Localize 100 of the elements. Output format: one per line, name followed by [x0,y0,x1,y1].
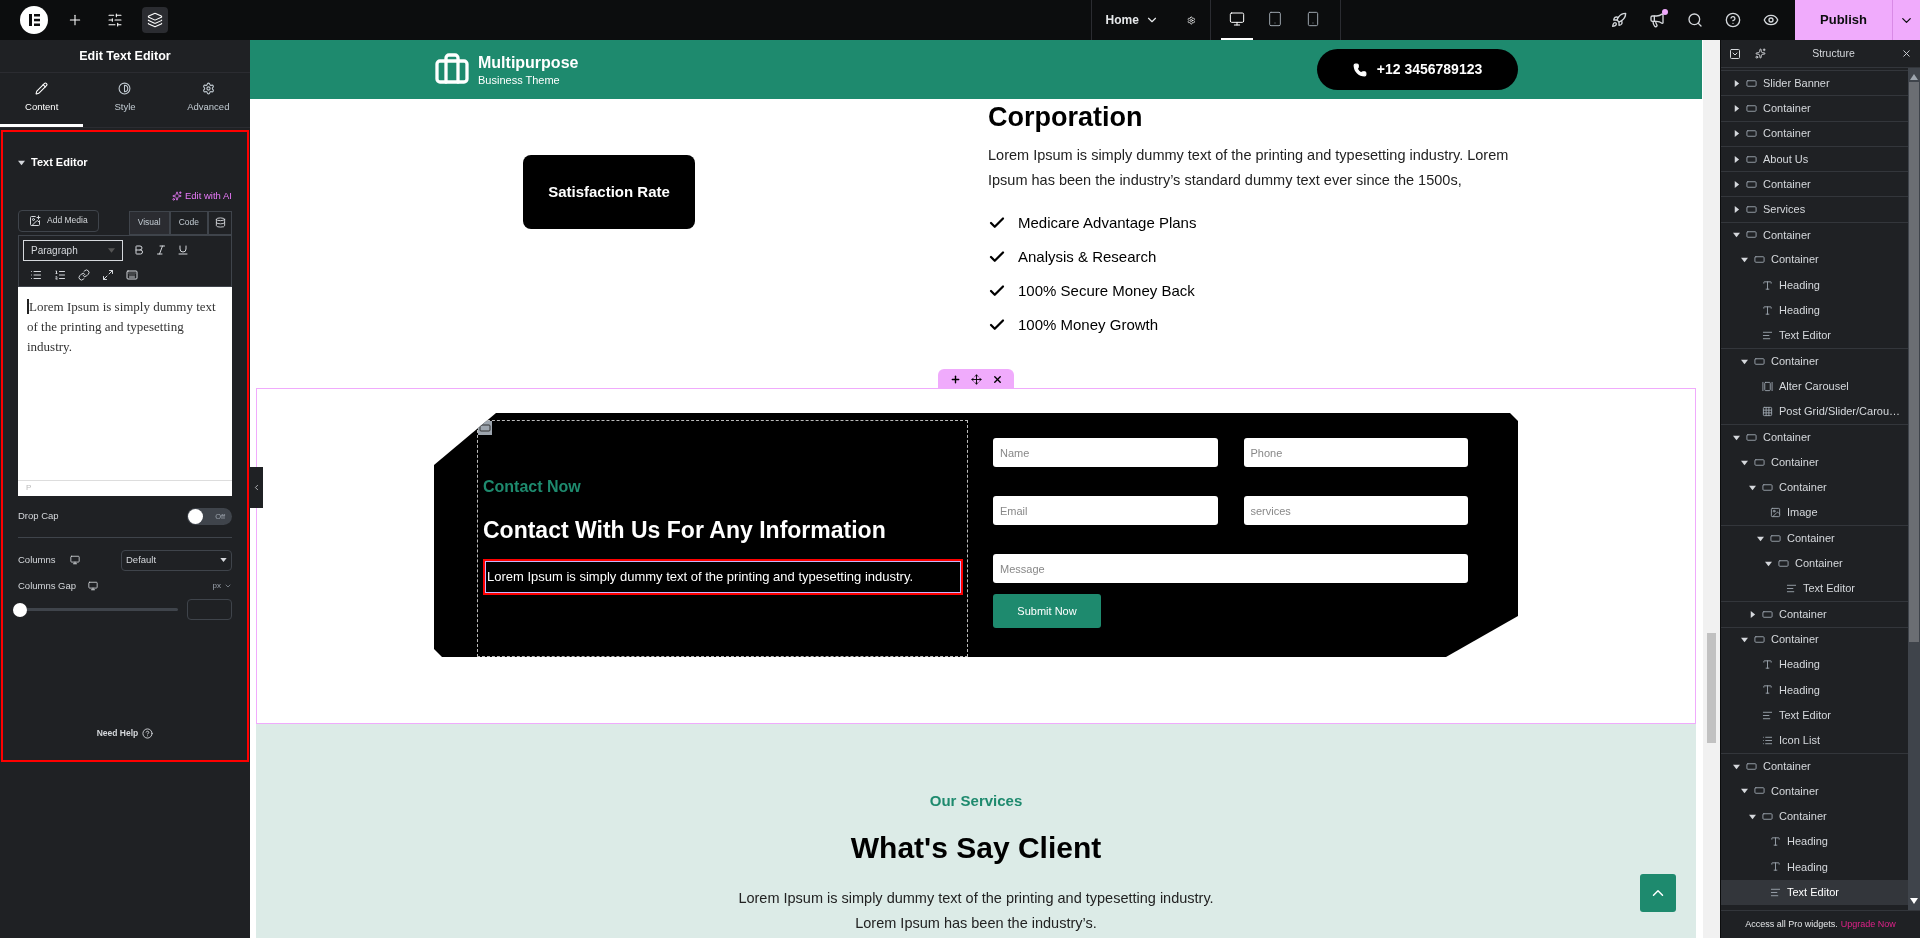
format-select[interactable]: Paragraph [23,239,123,261]
caret-down-icon[interactable] [1741,787,1748,795]
slider-thumb[interactable] [13,602,27,617]
caret-down-icon[interactable] [1741,458,1748,466]
link-icon[interactable] [78,268,90,281]
fullscreen-icon[interactable] [102,268,114,281]
scroll-up-icon[interactable] [1910,74,1918,80]
structure-item[interactable]: Heading [1721,854,1908,880]
structure-item[interactable]: Container [1721,171,1908,197]
underline-icon[interactable] [177,244,189,257]
structure-item[interactable]: Text Editor [1721,575,1908,602]
panel-tab[interactable]: Advanced [166,73,250,127]
message-field[interactable]: Message [993,554,1468,583]
bold-icon[interactable] [133,244,145,257]
help-icon[interactable] [1725,12,1741,28]
structure-item[interactable]: Services [1721,196,1908,222]
caret-down-icon[interactable] [1741,256,1748,264]
preview-icon[interactable] [1763,12,1779,28]
structure-item[interactable]: Heading [1721,272,1908,298]
structure-item[interactable]: Container [1721,348,1908,374]
add-media-button[interactable]: Add Media [18,209,99,232]
structure-item[interactable]: Heading [1721,297,1908,323]
gap-input[interactable] [187,599,232,620]
italic-icon[interactable] [155,244,167,257]
caret-down-icon[interactable] [1733,231,1740,239]
structure-item[interactable]: Text Editor [1721,322,1908,349]
structure-item[interactable]: Container [1721,601,1908,627]
caret-down-icon[interactable] [1733,433,1740,441]
structure-item[interactable]: Container [1721,95,1908,121]
close-icon[interactable] [1901,48,1912,59]
edit-with-ai-link[interactable]: Edit with AI [172,188,232,203]
slider-track[interactable] [13,602,178,617]
structure-item[interactable]: Container [1721,550,1908,576]
search-icon[interactable] [1687,12,1703,28]
caret-right-icon[interactable] [1733,180,1740,188]
help-icon[interactable] [142,728,154,740]
delete-icon[interactable] [991,373,1003,385]
caret-right-icon[interactable] [1733,130,1740,138]
text-editor-area[interactable]: Lorem Ipsum is simply dummy text of the printing and typesetting industry. P [18,286,232,496]
submit-button[interactable]: Submit Now [993,594,1101,628]
rocket-icon[interactable] [1611,12,1627,28]
container-icon[interactable] [478,421,492,435]
structure-item[interactable]: Heading [1721,677,1908,703]
structure-item[interactable]: Container [1721,474,1908,501]
page-dropdown[interactable]: Home [1105,11,1159,29]
layers-button[interactable] [142,7,168,33]
caret-down-icon[interactable] [1765,559,1772,567]
caret-right-icon[interactable] [1733,79,1740,87]
structure-item[interactable]: Container [1721,424,1908,450]
structure-item[interactable]: Image [1721,500,1908,526]
caret-right-icon[interactable] [1733,104,1740,112]
keyboard-icon[interactable] [126,268,138,281]
need-help-link[interactable]: Need Help [96,727,139,740]
structure-item[interactable]: Icon List [1721,727,1908,753]
structure-item[interactable]: Container [1721,449,1908,475]
columns-select[interactable]: Default [121,549,232,571]
caret-right-icon[interactable] [1749,610,1756,618]
structure-item[interactable]: Container [1721,626,1908,652]
panel-tab[interactable]: Style [83,73,167,127]
section-title[interactable]: Text Editor [31,154,88,171]
scrollbar-thumb[interactable] [1909,82,1919,642]
caret-down-icon[interactable] [1733,762,1740,770]
caret-down-icon[interactable] [1741,357,1748,365]
add-icon[interactable] [949,373,961,385]
structure-item[interactable]: Container [1721,753,1908,779]
database-button[interactable] [208,210,232,235]
caret-right-icon[interactable] [1733,155,1740,163]
logo-icon[interactable] [20,6,48,34]
bullet-list-icon[interactable] [30,268,42,281]
numbered-list-icon[interactable] [54,268,66,281]
publish-button[interactable]: Publish [1795,0,1892,40]
move-icon[interactable] [970,373,982,385]
scrollbar-thumb[interactable] [1707,632,1716,743]
structure-item[interactable]: Text Editor [1721,702,1908,728]
caret-down-icon[interactable] [1749,812,1756,820]
editor-tab[interactable]: Visual [128,210,170,235]
structure-item[interactable]: Container [1721,525,1908,551]
structure-item[interactable]: Post Grid/Slider/Carou… [1721,398,1908,425]
structure-item[interactable]: Alter Carousel [1721,373,1908,399]
structure-item[interactable]: Slider Banner [1721,70,1908,96]
caret-down-icon[interactable] [1741,636,1748,644]
form-field[interactable]: Name [993,438,1218,467]
structure-item[interactable]: Heading [1721,828,1908,855]
upgrade-link[interactable]: Upgrade Now [1840,917,1896,932]
scroll-down-icon[interactable] [1910,898,1918,904]
megaphone-icon[interactable] [1649,12,1665,28]
phone-button[interactable]: +12 3456789123 [1317,49,1518,90]
panel-tab[interactable]: Content [0,73,84,127]
sparkle-icon[interactable] [1755,48,1766,59]
caret-right-icon[interactable] [1733,206,1740,214]
structure-item[interactable]: Text Editor [1721,879,1908,905]
collapse-icon[interactable] [1729,47,1741,60]
editor-tab[interactable]: Code [169,210,208,235]
structure-item[interactable]: Container [1721,778,1908,804]
caret-down-icon[interactable] [18,158,25,166]
form-field[interactable]: services [1243,496,1468,525]
structure-item[interactable]: Container [1721,120,1908,146]
structure-item[interactable]: Heading [1721,651,1908,678]
form-field[interactable]: Email [993,496,1218,525]
caret-down-icon[interactable] [1749,483,1756,491]
